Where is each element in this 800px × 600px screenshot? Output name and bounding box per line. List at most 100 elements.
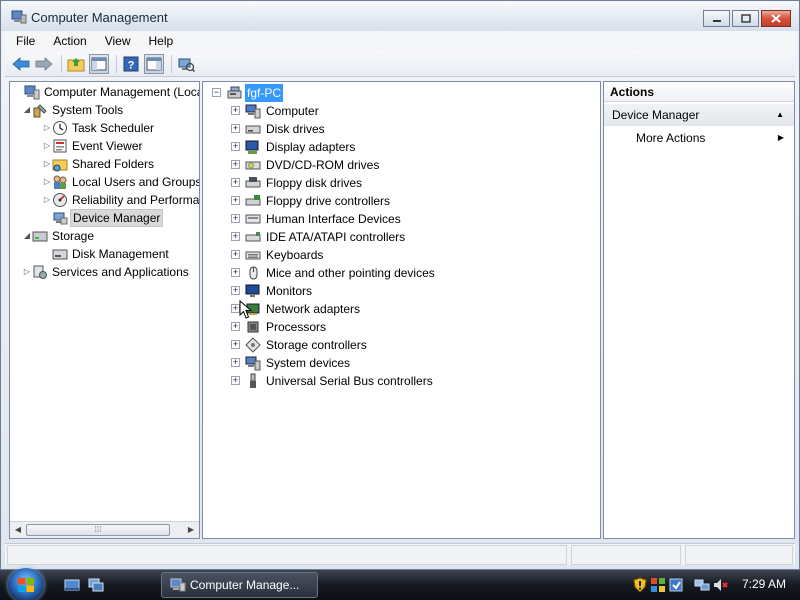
device-category-row[interactable]: + Storage controllers	[231, 336, 591, 354]
expand-toggle-icon[interactable]: +	[231, 250, 240, 259]
device-category-label[interactable]: System devices	[264, 354, 352, 372]
expand-toggle-icon[interactable]: +	[231, 268, 240, 277]
windows-update-icon[interactable]	[668, 577, 684, 593]
switch-windows-icon[interactable]	[88, 578, 104, 592]
submenu-arrow-icon[interactable]: ▶	[778, 130, 784, 146]
device-category-label[interactable]: Display adapters	[264, 138, 357, 156]
minimize-button[interactable]	[703, 10, 730, 27]
collapsed-arrow-icon[interactable]: ▷	[42, 155, 52, 173]
console-tree-item-label[interactable]: Services and Applications	[50, 263, 191, 281]
network-icon[interactable]	[694, 577, 710, 593]
show-desktop-icon[interactable]	[64, 578, 80, 592]
device-category-row[interactable]: + Monitors	[231, 282, 591, 300]
expanded-arrow-icon[interactable]: ◢	[22, 227, 32, 245]
more-actions-link[interactable]: More Actions	[636, 130, 705, 146]
console-tree-item[interactable]: ▷ Task Scheduler	[10, 119, 198, 137]
expand-toggle-icon[interactable]: +	[231, 232, 240, 241]
menu-view[interactable]: View	[98, 34, 138, 48]
device-category-row[interactable]: + Universal Serial Bus controllers	[231, 372, 591, 390]
collapsed-arrow-icon[interactable]: ▷	[42, 191, 52, 209]
console-tree-item-label[interactable]: Disk Management	[70, 245, 171, 263]
collapsed-arrow-icon[interactable]: ▷	[22, 263, 32, 281]
console-tree-item[interactable]: ◢ Storage	[10, 227, 198, 245]
menu-file[interactable]: File	[9, 34, 42, 48]
device-tree-pane[interactable]: − fgf-PC + Computer + Disk drives + Display a…	[202, 81, 601, 539]
device-category-row[interactable]: + Network adapters	[231, 300, 591, 318]
device-category-label[interactable]: Floppy drive controllers	[264, 192, 392, 210]
console-tree-item[interactable]: ▷ Shared Folders	[10, 155, 198, 173]
device-category-label[interactable]: Monitors	[264, 282, 314, 300]
forward-button[interactable]	[34, 54, 54, 74]
device-category-row[interactable]: + Display adapters	[231, 138, 591, 156]
collapsed-arrow-icon[interactable]: ▷	[42, 137, 52, 155]
expand-toggle-icon[interactable]: +	[231, 358, 240, 367]
console-tree-item[interactable]: Disk Management	[10, 245, 198, 263]
expand-toggle-icon[interactable]: +	[231, 196, 240, 205]
expand-toggle-icon[interactable]: +	[231, 178, 240, 187]
device-category-label[interactable]: Processors	[264, 318, 328, 336]
security-center-icon[interactable]	[650, 577, 666, 593]
expanded-arrow-icon[interactable]: ◢	[22, 101, 32, 119]
close-button[interactable]	[761, 10, 791, 27]
title-bar[interactable]: Computer Management	[1, 1, 799, 31]
up-one-level-button[interactable]	[66, 54, 86, 74]
security-shield-icon[interactable]	[632, 577, 648, 593]
device-category-label[interactable]: Storage controllers	[264, 336, 369, 354]
back-button[interactable]	[11, 54, 31, 74]
device-category-row[interactable]: + Processors	[231, 318, 591, 336]
console-tree-item[interactable]: Device Manager	[10, 209, 198, 227]
device-category-row[interactable]: + Human Interface Devices	[231, 210, 591, 228]
help-button[interactable]: ?	[121, 54, 141, 74]
collapsed-arrow-icon[interactable]: ▷	[42, 119, 52, 137]
scrollbar-thumb[interactable]: ⁞⁞⁞	[26, 524, 170, 536]
device-category-label[interactable]: Mice and other pointing devices	[264, 264, 437, 282]
expand-toggle-icon[interactable]: +	[231, 340, 240, 349]
menu-action[interactable]: Action	[46, 34, 93, 48]
device-tree-root[interactable]: − fgf-PC	[211, 84, 591, 102]
console-tree-item[interactable]: ▷ Local Users and Groups	[10, 173, 199, 191]
device-category-label[interactable]: Computer	[264, 102, 321, 120]
show-hide-console-tree-button[interactable]	[89, 53, 109, 74]
actions-section-device-manager[interactable]: Device Manager ▲	[604, 104, 794, 126]
horizontal-scrollbar[interactable]: ◀ ⁞⁞⁞ ▶	[10, 521, 199, 538]
scan-hardware-changes-button[interactable]	[176, 54, 196, 74]
console-tree-item-label[interactable]: Device Manager	[70, 209, 164, 227]
expand-toggle-icon[interactable]: +	[231, 124, 240, 133]
expand-toggle-icon[interactable]: +	[231, 142, 240, 151]
taskbar-computer-management-button[interactable]: Computer Manage...	[161, 572, 318, 598]
system-clock[interactable]: 7:29 AM	[742, 577, 786, 591]
console-tree-item-label[interactable]: Computer Management (Local	[42, 83, 199, 101]
device-category-label[interactable]: Keyboards	[264, 246, 325, 264]
console-tree-item-label[interactable]: Task Scheduler	[70, 119, 156, 137]
device-category-label[interactable]: Floppy disk drives	[264, 174, 364, 192]
console-tree-item[interactable]: ▷ Services and Applications	[10, 263, 198, 281]
device-category-label[interactable]: Universal Serial Bus controllers	[264, 372, 435, 390]
console-tree-item[interactable]: ◢ System Tools	[10, 101, 198, 119]
device-category-row[interactable]: + IDE ATA/ATAPI controllers	[231, 228, 591, 246]
device-category-label[interactable]: Human Interface Devices	[264, 210, 403, 228]
expand-toggle-icon[interactable]: +	[231, 322, 240, 331]
volume-muted-icon[interactable]	[712, 577, 728, 593]
scroll-left-arrow-icon[interactable]: ◀	[10, 522, 26, 538]
expand-toggle-icon[interactable]: +	[231, 376, 240, 385]
scroll-right-arrow-icon[interactable]: ▶	[183, 522, 199, 538]
device-category-row[interactable]: + Floppy drive controllers	[231, 192, 591, 210]
console-tree-item-label[interactable]: Storage	[50, 227, 96, 245]
device-category-row[interactable]: + System devices	[231, 354, 591, 372]
device-category-row[interactable]: + Computer	[231, 102, 591, 120]
console-tree-item-label[interactable]: Event Viewer	[70, 137, 144, 155]
device-category-label[interactable]: Network adapters	[264, 300, 362, 318]
console-tree-item-label[interactable]: Reliability and Performa	[70, 191, 199, 209]
maximize-button[interactable]	[732, 10, 759, 27]
device-category-row[interactable]: + Keyboards	[231, 246, 591, 264]
console-tree-item[interactable]: ▷ Event Viewer	[10, 137, 198, 155]
device-category-label[interactable]: IDE ATA/ATAPI controllers	[264, 228, 407, 246]
device-category-row[interactable]: + Mice and other pointing devices	[231, 264, 591, 282]
start-button[interactable]	[8, 568, 44, 600]
console-tree-item-label[interactable]: Shared Folders	[70, 155, 156, 173]
expand-toggle-icon[interactable]: +	[231, 160, 240, 169]
console-tree-item[interactable]: Computer Management (Local	[10, 83, 199, 101]
computer-name-label[interactable]: fgf-PC	[245, 84, 284, 102]
console-tree-item[interactable]: ▷ Reliability and Performa	[10, 191, 199, 209]
console-tree-pane[interactable]: Computer Management (Local ◢ System Tools ▷…	[9, 81, 200, 539]
